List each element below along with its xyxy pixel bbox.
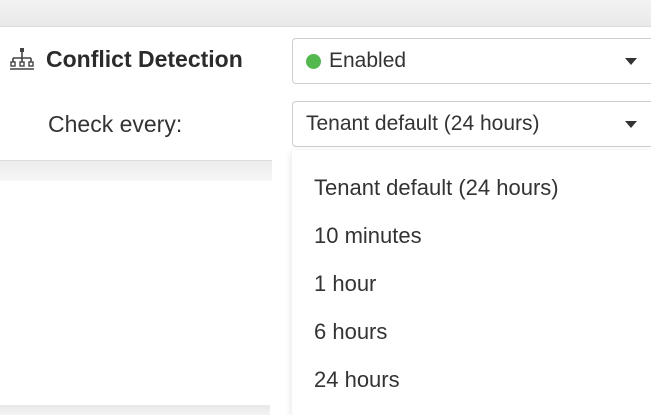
check-every-label-text: Check every: (48, 110, 183, 137)
conflict-detection-status-select[interactable]: Enabled (292, 38, 651, 84)
dropdown-option-24-hours[interactable]: 24 hours (292, 356, 651, 404)
conflict-detection-row-label: Conflict Detection (8, 40, 243, 78)
dropdown-option-10-minutes[interactable]: 10 minutes (292, 212, 651, 260)
check-every-label: Check every: (48, 104, 182, 144)
check-interval-select[interactable]: Tenant default (24 hours) (292, 101, 651, 147)
dropdown-option-6-hours[interactable]: 6 hours (292, 308, 651, 356)
dropdown-option-tenant-default[interactable]: Tenant default (24 hours) (292, 164, 651, 212)
top-toolbar-strip (0, 0, 651, 27)
check-interval-dropdown-menu: Tenant default (24 hours) 10 minutes 1 h… (292, 150, 651, 415)
conflict-detection-label: Conflict Detection (46, 45, 243, 72)
network-tree-icon (8, 45, 36, 73)
status-select-value: Enabled (329, 49, 407, 72)
dropdown-option-1-hour[interactable]: 1 hour (292, 260, 651, 308)
panel-divider (0, 160, 272, 181)
bottom-panel-edge (0, 405, 270, 415)
chevron-down-icon[interactable] (625, 121, 637, 128)
check-interval-select-value: Tenant default (24 hours) (306, 112, 540, 135)
status-enabled-dot (306, 53, 321, 69)
chevron-down-icon[interactable] (625, 58, 637, 65)
